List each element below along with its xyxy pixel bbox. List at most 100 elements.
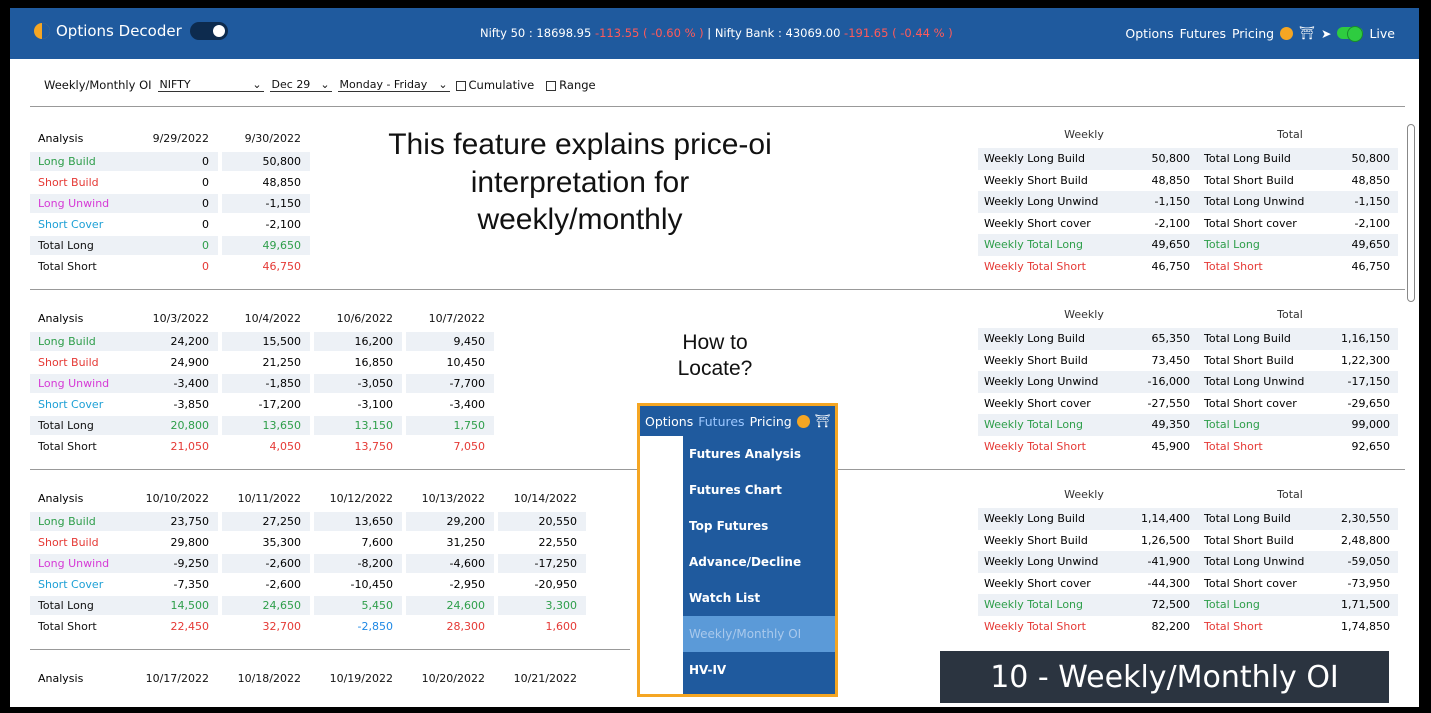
cell: -2,600 xyxy=(222,554,310,573)
cell: 29,800 xyxy=(170,536,210,549)
table-row: Long Build 23,750 27,250 13,650 29,200 2… xyxy=(30,511,590,532)
cell: 1,750 xyxy=(406,416,494,435)
cell: 16,200 xyxy=(314,332,402,351)
nifty-change: -113.55 ( -0.60 % ) xyxy=(594,26,704,40)
menu-item-top-futures[interactable]: Top Futures xyxy=(683,508,835,544)
summary-row: Weekly Total Short 82,200 Total Short 1,74,… xyxy=(984,619,1390,633)
telegram-icon[interactable]: ➤ xyxy=(1321,26,1331,41)
summary-row: Weekly Total Short 46,750 Total Short 46,75… xyxy=(984,259,1390,273)
summary-row: Weekly Long Build 1,14,400 Total Long Buil… xyxy=(978,508,1398,530)
cell: -2,600 xyxy=(265,578,301,591)
nav-options[interactable]: Options xyxy=(1125,26,1173,41)
date-header: 10/4/2022 xyxy=(244,312,301,325)
summary-panel: Weekly Total Weekly Long Build 65,350 Total… xyxy=(978,300,1398,457)
row-label: Long Unwind xyxy=(30,194,130,213)
cell: -3,400 xyxy=(130,374,218,393)
summary-row: Weekly Short Build 48,850 Total Short Buil… xyxy=(984,173,1390,187)
menu-item-hv-iv[interactable]: HV-IV xyxy=(683,652,835,688)
user-icon[interactable] xyxy=(1280,26,1294,40)
analysis-table: Analysis 10/17/2022 10/18/2022 10/19/202… xyxy=(30,668,590,689)
cell: -17,200 xyxy=(258,398,301,411)
cell: 20,800 xyxy=(130,416,218,435)
top-navbar: Options Decoder Nifty 50 : 18698.95 -113… xyxy=(10,8,1419,59)
menu-item-weekly-monthly-oi[interactable]: Weekly/Monthly OI xyxy=(683,616,835,652)
scrollbar[interactable] xyxy=(1407,124,1415,302)
row-label: Total Short xyxy=(38,260,97,273)
menu-item-futures-chart[interactable]: Futures Chart xyxy=(683,472,835,508)
menu-item-futures-analysis[interactable]: Futures Analysis xyxy=(683,436,835,472)
analysis-header: Analysis xyxy=(38,672,84,685)
cell: -7,700 xyxy=(406,374,494,393)
summary-row: Weekly Long Unwind -16,000 Total Long Unwi… xyxy=(978,371,1398,393)
cell: 35,300 xyxy=(262,536,302,549)
row-label: Short Build xyxy=(38,176,99,189)
futures-dropdown: Futures Analysis Futures Chart Top Futur… xyxy=(683,436,835,694)
summary-row: Weekly Total Long 49,650 Total Long 49,650 xyxy=(978,234,1398,256)
summary-row: Weekly Total Short 45,900 Total Short 92,65… xyxy=(984,439,1390,453)
cell: 9,450 xyxy=(406,332,494,351)
row-label: Short Build xyxy=(38,536,99,549)
summary-row: Weekly Short Build 73,450 Total Short Buil… xyxy=(984,353,1390,367)
summary-row: Weekly Total Long 72,500 Total Long 1,71,50… xyxy=(978,594,1398,616)
nav-pricing[interactable]: Pricing xyxy=(750,414,792,429)
cell: 20,550 xyxy=(498,512,586,531)
cell: 32,700 xyxy=(262,620,302,633)
table-row: Short Build 29,800 35,300 7,600 31,250 2… xyxy=(30,532,590,553)
cell: 1,600 xyxy=(545,620,578,633)
date-header: 10/18/2022 xyxy=(237,672,301,685)
nav-pricing[interactable]: Pricing xyxy=(1232,26,1274,41)
cell: 0 xyxy=(202,176,209,189)
nav-futures[interactable]: Futures xyxy=(1180,26,1226,41)
row-label: Total Short xyxy=(38,620,97,633)
theme-toggle[interactable] xyxy=(189,22,228,40)
chevron-down-icon: ⌄ xyxy=(320,78,330,91)
row-label: Total Long xyxy=(30,596,130,615)
cell: -2,100 xyxy=(265,218,301,231)
range-checkbox[interactable]: Range xyxy=(546,78,596,92)
live-toggle[interactable] xyxy=(1337,26,1364,42)
cell: -8,200 xyxy=(314,554,402,573)
feature-caption: This feature explains price-oi interpret… xyxy=(388,128,772,236)
analysis-table: Analysis 10/3/2022 10/4/2022 10/6/2022 1… xyxy=(30,308,590,457)
analysis-header: Analysis xyxy=(38,312,84,325)
summary-row: Weekly Long Unwind -1,150 Total Long Unwin… xyxy=(978,191,1398,213)
cell: 23,750 xyxy=(130,512,218,531)
days-select[interactable]: Monday - Friday ⌄ xyxy=(337,78,450,92)
expiry-select[interactable]: Dec 29 ⌄ xyxy=(269,78,332,92)
futures-menu-callout: Options Futures Pricing ⛩ Futures Analys… xyxy=(637,403,838,697)
nav-futures[interactable]: Futures xyxy=(698,414,744,429)
chevron-down-icon: ⌄ xyxy=(438,78,448,91)
banknifty-change: -191.65 ( -0.44 % ) xyxy=(844,26,953,40)
table-row: Total Long 14,500 24,650 5,450 24,600 3,… xyxy=(30,595,590,616)
cell: 10,450 xyxy=(446,356,486,369)
temple-icon[interactable]: ⛩ xyxy=(815,413,831,429)
nav-options[interactable]: Options xyxy=(645,414,693,429)
cell: 21,250 xyxy=(262,356,302,369)
divider xyxy=(30,649,630,650)
symbol-select[interactable]: NIFTY ⌄ xyxy=(157,78,264,92)
summary-row: Weekly Short Build 1,26,500 Total Short Bu… xyxy=(984,533,1390,547)
date-header: 10/17/2022 xyxy=(145,672,209,685)
weekly-header: Weekly xyxy=(1064,487,1104,501)
analysis-header: Analysis xyxy=(38,132,84,145)
temple-icon[interactable]: ⛩ xyxy=(1299,25,1315,41)
cell: -1,850 xyxy=(222,374,310,393)
cell: 24,200 xyxy=(130,332,218,351)
cell: 4,050 xyxy=(269,440,302,453)
menu-item-watch-list[interactable]: Watch List xyxy=(683,580,835,616)
howto-caption: How to Locate? xyxy=(677,331,753,381)
user-icon[interactable] xyxy=(796,414,810,428)
app-title: Options Decoder xyxy=(56,22,182,40)
nifty-value: Nifty 50 : 18698.95 xyxy=(480,26,592,40)
date-header: 10/21/2022 xyxy=(513,672,577,685)
cumulative-checkbox[interactable]: Cumulative xyxy=(455,78,534,92)
menu-item-advance-decline[interactable]: Advance/Decline xyxy=(683,544,835,580)
cell: 13,650 xyxy=(314,512,402,531)
cell: -3,100 xyxy=(357,398,393,411)
step-badge: 10 - Weekly/Monthly OI xyxy=(940,651,1389,703)
brand[interactable]: Options Decoder xyxy=(34,22,228,40)
table-header: Analysis 10/10/2022 10/11/2022 10/12/202… xyxy=(30,488,590,509)
summary-row: Weekly Long Build 65,350 Total Long Build 1… xyxy=(978,328,1398,350)
date-header: 10/3/2022 xyxy=(152,312,209,325)
cell: 15,500 xyxy=(222,332,310,351)
